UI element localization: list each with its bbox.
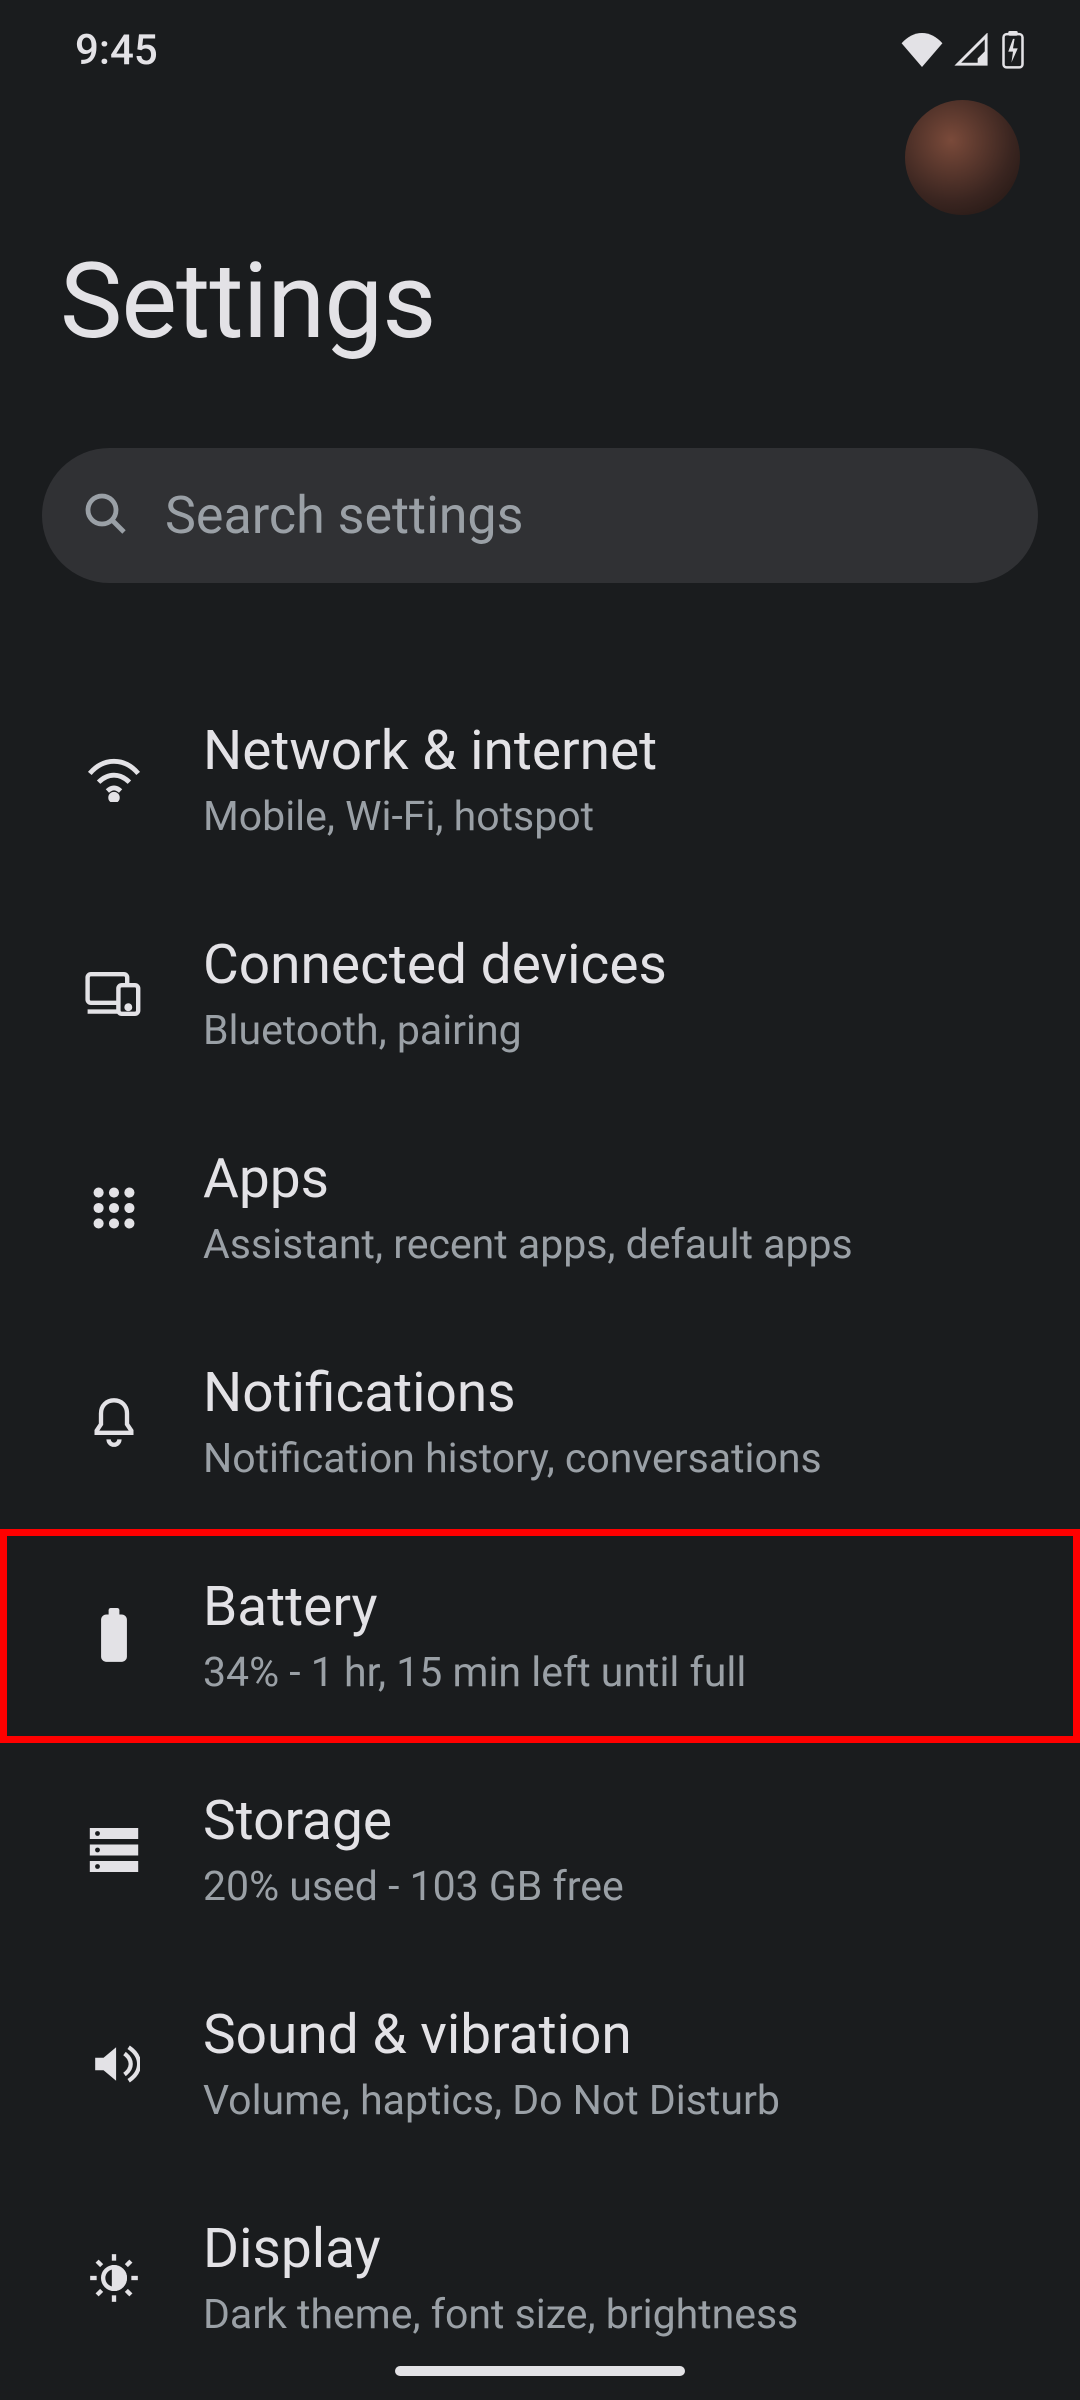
- setting-subtitle: 20% used - 103 GB free: [203, 1863, 624, 1911]
- bell-icon: [85, 1393, 143, 1451]
- setting-item-apps[interactable]: Apps Assistant, recent apps, default app…: [0, 1101, 1080, 1315]
- settings-list: Network & internet Mobile, Wi-Fi, hotspo…: [0, 673, 1080, 2385]
- setting-text: Notifications Notification history, conv…: [203, 1361, 822, 1483]
- setting-item-network[interactable]: Network & internet Mobile, Wi-Fi, hotspo…: [0, 673, 1080, 887]
- devices-icon: [85, 965, 143, 1023]
- setting-subtitle: Assistant, recent apps, default apps: [203, 1221, 853, 1269]
- wifi-icon: [85, 751, 143, 809]
- brightness-icon: [85, 2249, 143, 2307]
- navigation-pill[interactable]: [395, 2366, 685, 2376]
- setting-item-sound[interactable]: Sound & vibration Volume, haptics, Do No…: [0, 1957, 1080, 2171]
- setting-item-battery[interactable]: Battery 34% - 1 hr, 15 min left until fu…: [0, 1529, 1080, 1743]
- setting-item-connected-devices[interactable]: Connected devices Bluetooth, pairing: [0, 887, 1080, 1101]
- setting-text: Storage 20% used - 103 GB free: [203, 1789, 624, 1911]
- volume-icon: [85, 2035, 143, 2093]
- search-icon: [82, 490, 130, 542]
- setting-title: Sound & vibration: [203, 2003, 780, 2067]
- page-title: Settings: [60, 240, 1020, 363]
- setting-title: Display: [203, 2217, 798, 2281]
- header: Settings: [0, 100, 1080, 363]
- status-bar: 9:45 !: [0, 0, 1080, 100]
- setting-item-display[interactable]: Display Dark theme, font size, brightnes…: [0, 2171, 1080, 2385]
- cellular-signal-icon: !: [953, 33, 991, 67]
- setting-text: Battery 34% - 1 hr, 15 min left until fu…: [203, 1575, 746, 1697]
- setting-subtitle: 34% - 1 hr, 15 min left until full: [203, 1649, 746, 1697]
- setting-title: Connected devices: [203, 933, 667, 997]
- status-time: 9:45: [75, 26, 158, 75]
- setting-text: Connected devices Bluetooth, pairing: [203, 933, 667, 1055]
- setting-text: Apps Assistant, recent apps, default app…: [203, 1147, 853, 1269]
- setting-title: Notifications: [203, 1361, 822, 1425]
- setting-subtitle: Volume, haptics, Do Not Disturb: [203, 2077, 780, 2125]
- search-placeholder: Search settings: [165, 485, 523, 546]
- setting-title: Apps: [203, 1147, 853, 1211]
- battery-icon: [85, 1607, 143, 1665]
- setting-text: Display Dark theme, font size, brightnes…: [203, 2217, 798, 2339]
- battery-charging-icon: [1001, 31, 1025, 69]
- profile-avatar[interactable]: [905, 100, 1020, 215]
- setting-subtitle: Mobile, Wi-Fi, hotspot: [203, 793, 657, 841]
- setting-subtitle: Bluetooth, pairing: [203, 1007, 667, 1055]
- setting-subtitle: Notification history, conversations: [203, 1435, 822, 1483]
- setting-item-storage[interactable]: Storage 20% used - 103 GB free: [0, 1743, 1080, 1957]
- setting-title: Storage: [203, 1789, 624, 1853]
- setting-text: Sound & vibration Volume, haptics, Do No…: [203, 2003, 780, 2125]
- setting-text: Network & internet Mobile, Wi-Fi, hotspo…: [203, 719, 657, 841]
- search-bar[interactable]: Search settings: [42, 448, 1038, 583]
- setting-subtitle: Dark theme, font size, brightness: [203, 2291, 798, 2339]
- setting-title: Network & internet: [203, 719, 657, 783]
- status-icons: !: [901, 31, 1025, 69]
- apps-grid-icon: [85, 1179, 143, 1237]
- setting-item-notifications[interactable]: Notifications Notification history, conv…: [0, 1315, 1080, 1529]
- wifi-icon: [901, 33, 943, 67]
- storage-icon: [85, 1821, 143, 1879]
- setting-title: Battery: [203, 1575, 746, 1639]
